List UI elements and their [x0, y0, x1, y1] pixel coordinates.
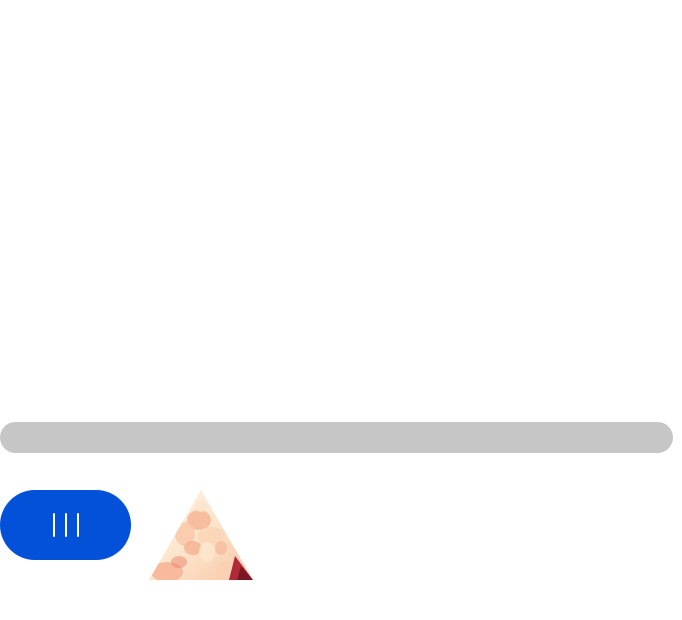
triangle-thumbnail[interactable]	[149, 490, 253, 580]
horizontal-scrollbar[interactable]	[0, 422, 673, 453]
menu-bars-icon	[52, 512, 79, 538]
content-area	[0, 0, 682, 420]
menu-button[interactable]	[0, 490, 131, 560]
triangle-image	[149, 490, 253, 580]
